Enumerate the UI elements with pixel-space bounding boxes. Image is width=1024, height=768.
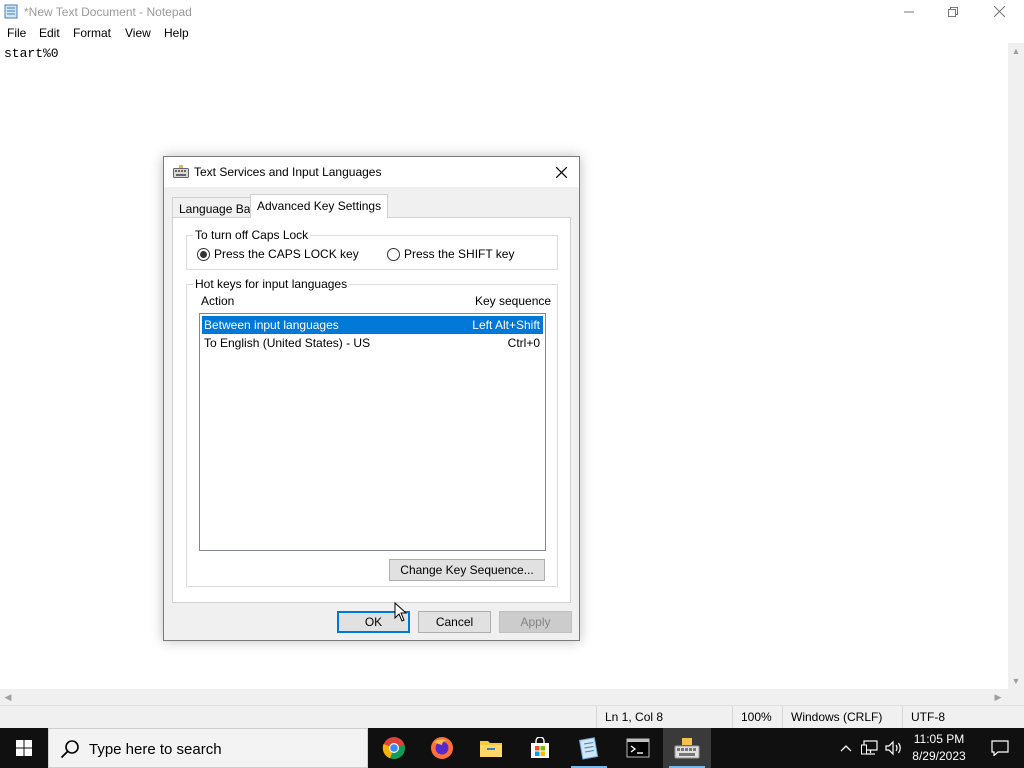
column-header-action[interactable]: Action — [201, 294, 234, 308]
menu-bar: File Edit Format View Help — [0, 23, 1024, 43]
tab-advanced-key-settings[interactable]: Advanced Key Settings — [250, 194, 389, 218]
list-item[interactable]: Between input languages Left Alt+Shift — [202, 316, 543, 334]
scroll-corner — [1008, 689, 1024, 705]
status-bar: Ln 1, Col 8 100% Windows (CRLF) UTF-8 — [0, 705, 1024, 729]
taskbar-app-chrome[interactable] — [370, 728, 418, 768]
tab-language-bar[interactable]: Language Bar — [172, 197, 262, 218]
hotkeys-label: Hot keys for input languages — [193, 277, 350, 291]
firefox-icon — [431, 737, 453, 759]
tray-overflow-chevron-icon[interactable] — [836, 738, 856, 758]
close-icon — [993, 6, 1005, 17]
notepad-titlebar: *New Text Document - Notepad — [0, 0, 1024, 23]
dialog-close-button[interactable] — [547, 160, 575, 184]
menu-format[interactable]: Format — [73, 26, 111, 40]
status-position: Ln 1, Col 8 — [596, 706, 728, 729]
volume-icon[interactable] — [884, 738, 904, 758]
taskbar-app-firefox[interactable] — [418, 728, 466, 768]
notepad-icon — [578, 737, 599, 760]
start-button[interactable] — [0, 728, 48, 768]
cancel-button[interactable]: Cancel — [418, 611, 491, 633]
windows-logo-icon — [16, 740, 32, 756]
keyboard-settings-icon — [674, 738, 700, 759]
taskbar-app-notepad[interactable] — [565, 728, 613, 768]
list-item-sequence: Left Alt+Shift — [472, 318, 540, 332]
editor-content: start%0 — [4, 46, 59, 61]
close-icon — [555, 166, 567, 178]
menu-edit[interactable]: Edit — [39, 26, 60, 40]
list-item-action: Between input languages — [204, 318, 339, 332]
horizontal-scrollbar[interactable]: ◀ ▶ — [0, 689, 1008, 705]
radio-shift-label: Press the SHIFT key — [404, 247, 515, 261]
terminal-icon — [626, 738, 650, 758]
clock-date: 8/29/2023 — [912, 749, 966, 763]
list-item-sequence: Ctrl+0 — [507, 336, 540, 350]
caps-lock-group: To turn off Caps Lock Press the CAPS LOC… — [186, 228, 558, 270]
dialog-titlebar: Text Services and Input Languages — [164, 157, 579, 187]
network-icon[interactable] — [860, 738, 880, 758]
notification-center-button[interactable] — [976, 728, 1024, 768]
taskbar-clock[interactable]: 11:05 PM 8/29/2023 — [906, 731, 972, 765]
taskbar: Type here to search 11:05 PM 8/29/2023 — [0, 728, 1024, 768]
chrome-icon — [382, 737, 405, 760]
close-button[interactable] — [976, 0, 1022, 23]
radio-caps-lock-label: Press the CAPS LOCK key — [214, 247, 359, 261]
text-services-dialog: Text Services and Input Languages Langua… — [163, 156, 580, 641]
advanced-key-settings-panel: To turn off Caps Lock Press the CAPS LOC… — [172, 217, 571, 603]
scroll-right-icon[interactable]: ▶ — [990, 689, 1006, 705]
clock-time: 11:05 PM — [913, 732, 965, 746]
minimize-icon — [904, 11, 914, 12]
menu-file[interactable]: File — [7, 26, 26, 40]
taskbar-app-terminal[interactable] — [614, 728, 662, 768]
radio-unchecked-icon — [387, 247, 400, 261]
vertical-scrollbar[interactable]: ▲ ▼ — [1008, 43, 1024, 689]
taskbar-app-file-explorer[interactable] — [467, 728, 515, 768]
scroll-up-icon[interactable]: ▲ — [1008, 43, 1024, 59]
radio-checked-icon — [197, 247, 210, 261]
radio-caps-lock-key[interactable]: Press the CAPS LOCK key — [197, 247, 359, 261]
restore-icon — [948, 6, 958, 17]
status-zoom: 100% — [732, 706, 782, 729]
search-icon — [60, 740, 79, 759]
search-placeholder: Type here to search — [89, 741, 222, 758]
column-header-key-sequence[interactable]: Key sequence — [475, 294, 551, 308]
window-title: *New Text Document - Notepad — [24, 5, 192, 19]
minimize-button[interactable] — [886, 0, 932, 23]
keyboard-icon — [173, 165, 189, 178]
dialog-title: Text Services and Input Languages — [194, 165, 382, 179]
restore-button[interactable] — [930, 0, 976, 23]
status-line-ending: Windows (CRLF) — [782, 706, 902, 729]
file-explorer-icon — [480, 741, 502, 757]
taskbar-app-keyboard-settings[interactable] — [663, 728, 711, 768]
mouse-cursor-icon — [394, 602, 408, 622]
list-item-action: To English (United States) - US — [204, 336, 371, 350]
status-encoding: UTF-8 — [902, 706, 1024, 729]
radio-shift-key[interactable]: Press the SHIFT key — [387, 247, 514, 261]
apply-button: Apply — [499, 611, 572, 633]
caps-lock-label: To turn off Caps Lock — [193, 228, 311, 242]
notepad-app-icon — [4, 4, 18, 19]
store-icon — [531, 737, 549, 758]
scroll-down-icon[interactable]: ▼ — [1008, 673, 1024, 689]
menu-help[interactable]: Help — [164, 26, 189, 40]
scroll-left-icon[interactable]: ◀ — [0, 689, 16, 705]
taskbar-search-box[interactable]: Type here to search — [48, 728, 368, 768]
taskbar-app-store[interactable] — [516, 728, 564, 768]
notification-icon — [991, 740, 1009, 756]
hotkeys-group: Hot keys for input languages Action Key … — [186, 277, 558, 587]
change-key-sequence-button[interactable]: Change Key Sequence... — [389, 559, 545, 581]
list-item[interactable]: To English (United States) - US Ctrl+0 — [202, 334, 543, 352]
hotkeys-list[interactable]: Between input languages Left Alt+Shift T… — [199, 313, 546, 551]
menu-view[interactable]: View — [125, 26, 151, 40]
